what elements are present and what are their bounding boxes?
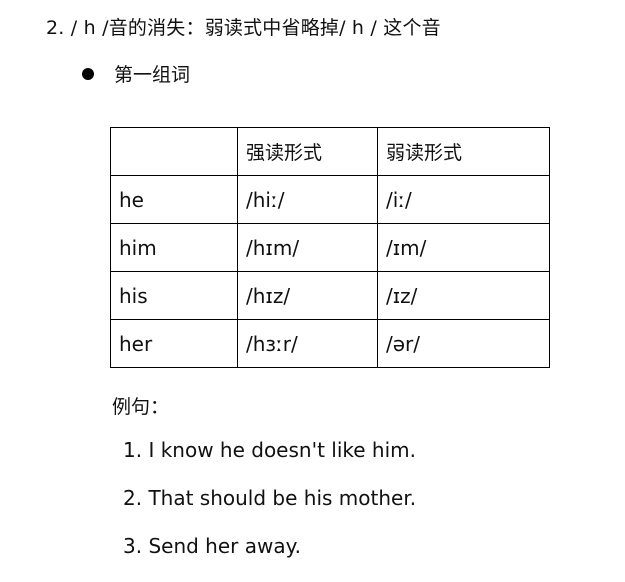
group-title-text: 第一组词	[114, 64, 191, 86]
word-cell: him	[110, 223, 238, 272]
header-cell-strong: 强读形式	[237, 127, 378, 176]
bullet-dot-icon	[82, 67, 94, 80]
word-cell: her	[110, 319, 238, 368]
word-cell: his	[110, 271, 238, 320]
table-row: him /hɪm/ /ɪm/	[110, 223, 550, 272]
word-cell: he	[110, 175, 238, 224]
strong-form-cell: /hɪz/	[237, 271, 378, 320]
pronunciation-table: 强读形式 弱读形式 he /hiː/ /iː/ him /hɪm/ /ɪm/ h…	[110, 127, 550, 368]
header-cell-weak: 弱读形式	[377, 127, 550, 176]
examples-label: 例句：	[112, 396, 170, 418]
table-row: his /hɪz/ /ɪz/	[110, 271, 550, 320]
example-sentence: 3. Send her away.	[123, 534, 301, 558]
table-header-row: 强读形式 弱读形式	[110, 127, 550, 176]
strong-form-cell: /hɜːr/	[237, 319, 378, 368]
strong-form-cell: /hɪm/	[237, 223, 378, 272]
example-sentence: 1. I know he doesn't like him.	[123, 438, 416, 462]
table-row: he /hiː/ /iː/	[110, 175, 550, 224]
group-title: 第一组词	[82, 60, 190, 87]
table-row: her /hɜːr/ /ər/	[110, 319, 550, 368]
example-sentence: 2. That should be his mother.	[123, 486, 417, 510]
weak-form-cell: /ər/	[377, 319, 550, 368]
weak-form-cell: /ɪm/	[377, 223, 550, 272]
weak-form-cell: /iː/	[377, 175, 550, 224]
section-heading: 2. / h /音的消失：弱读式中省略掉/ h / 这个音	[46, 17, 441, 39]
header-cell-empty	[110, 127, 238, 176]
weak-form-cell: /ɪz/	[377, 271, 550, 320]
strong-form-cell: /hiː/	[237, 175, 378, 224]
example-sentences: 1. I know he doesn't like him. 2. That s…	[123, 438, 416, 582]
